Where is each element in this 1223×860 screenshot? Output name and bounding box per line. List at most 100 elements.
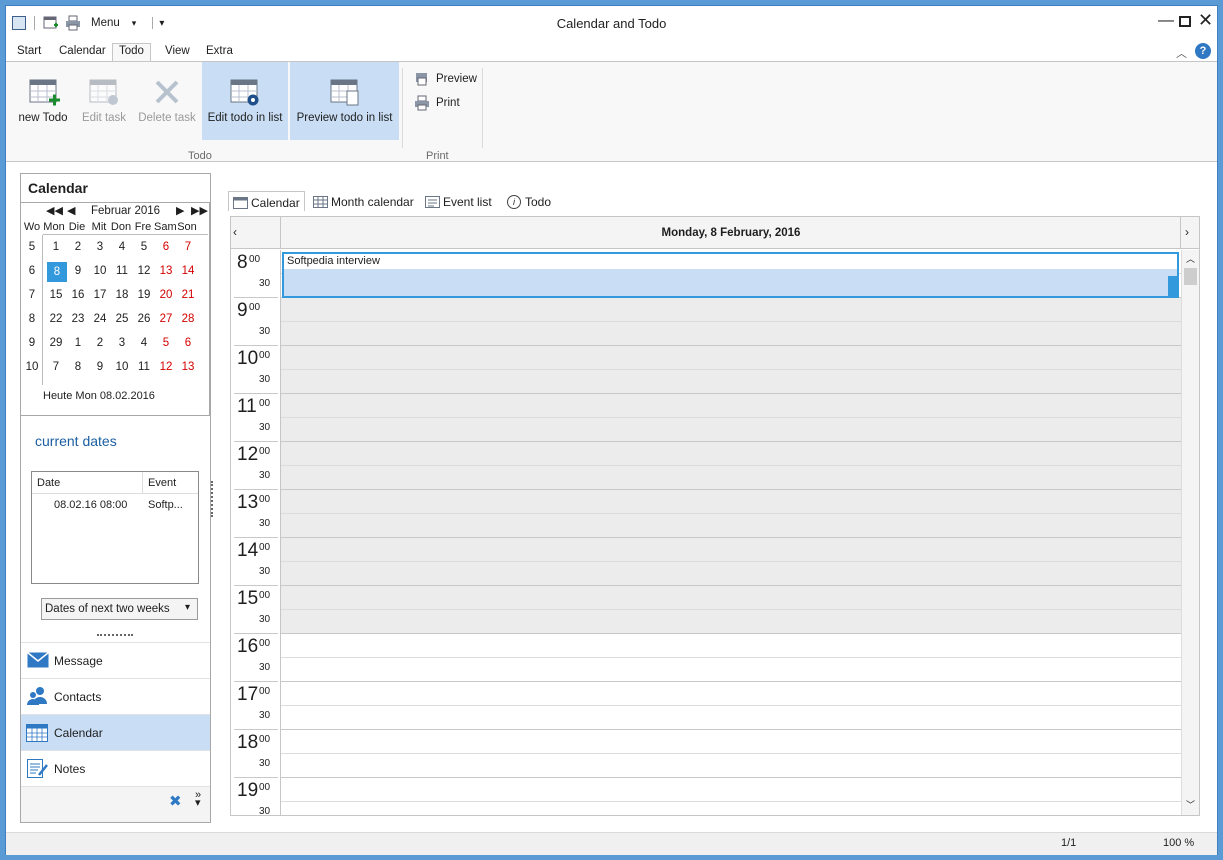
day-cell[interactable]: 13: [155, 265, 177, 277]
day-cell[interactable]: 4: [111, 241, 133, 253]
maximize-icon[interactable]: [1179, 16, 1191, 27]
hour-slot[interactable]: [281, 586, 1181, 634]
tab-extra[interactable]: Extra: [206, 45, 233, 57]
day-cell[interactable]: 11: [111, 265, 133, 277]
day-cell[interactable]: 7: [45, 361, 67, 373]
day-cell[interactable]: 13: [177, 361, 199, 373]
edit-task-button[interactable]: Edit task: [76, 62, 132, 140]
hour-slot[interactable]: [281, 298, 1181, 346]
today-label[interactable]: Heute Mon 08.02.2016: [43, 390, 155, 402]
day-cell[interactable]: 21: [177, 289, 199, 301]
hour-slot[interactable]: [281, 538, 1181, 586]
vertical-splitter[interactable]: [211, 481, 213, 517]
splitter-grip[interactable]: [97, 634, 133, 637]
day-cell[interactable]: 16: [67, 289, 89, 301]
collapse-ribbon-icon[interactable]: ︿: [1176, 45, 1187, 61]
day-cell[interactable]: 5: [133, 241, 155, 253]
day-cell[interactable]: 2: [89, 337, 111, 349]
tab-event-list[interactable]: Event list: [421, 191, 496, 211]
day-cell[interactable]: 3: [89, 241, 111, 253]
day-cell[interactable]: 27: [155, 313, 177, 325]
day-cell[interactable]: 19: [133, 289, 155, 301]
day-cell[interactable]: 6: [155, 241, 177, 253]
day-cell[interactable]: 15: [45, 289, 67, 301]
tools-icon[interactable]: ✖: [169, 792, 182, 810]
hour-slot[interactable]: [281, 682, 1181, 730]
hour-slot[interactable]: [281, 442, 1181, 490]
day-cell[interactable]: 10: [89, 265, 111, 277]
day-cell[interactable]: 11: [133, 361, 155, 373]
scroll-up-icon[interactable]: ︿: [1186, 252, 1195, 265]
tab-calendar-view[interactable]: Calendar: [228, 191, 305, 211]
day-cell[interactable]: 9: [89, 361, 111, 373]
appointment[interactable]: Softpedia interview: [282, 252, 1179, 298]
help-icon[interactable]: ?: [1195, 43, 1211, 59]
minimize-icon[interactable]: —: [1158, 12, 1174, 30]
day-cell[interactable]: 22: [45, 313, 67, 325]
day-cell[interactable]: 12: [155, 361, 177, 373]
scrollbar[interactable]: ︿ ﹀: [1181, 250, 1199, 815]
day-cell[interactable]: 14: [177, 265, 199, 277]
next-day-icon[interactable]: ›: [1185, 225, 1189, 239]
tab-start[interactable]: Start: [17, 45, 41, 57]
tab-todo-view[interactable]: i Todo: [503, 191, 555, 211]
new-todo-button[interactable]: new Todo: [12, 62, 74, 140]
expand-nav-icon[interactable]: » ▾: [195, 790, 201, 809]
close-icon[interactable]: ✕: [1198, 10, 1213, 31]
day-cell[interactable]: 28: [177, 313, 199, 325]
column-header-event[interactable]: Event: [148, 477, 176, 489]
tab-todo[interactable]: Todo: [112, 43, 151, 62]
day-cell[interactable]: 10: [111, 361, 133, 373]
delete-task-button[interactable]: Delete task: [134, 62, 200, 140]
tab-month-calendar[interactable]: Month calendar: [309, 191, 418, 211]
prev-month-icon[interactable]: ◀: [67, 204, 75, 217]
day-cell[interactable]: 23: [67, 313, 89, 325]
day-cell[interactable]: 6: [177, 337, 199, 349]
day-cell[interactable]: 8: [67, 361, 89, 373]
prev-day-icon[interactable]: ‹: [233, 225, 237, 239]
day-cell[interactable]: 1: [67, 337, 89, 349]
sidebar-item-contacts[interactable]: Contacts: [21, 678, 210, 714]
prev-year-icon[interactable]: ◀◀: [46, 204, 63, 217]
day-cell[interactable]: 7: [177, 241, 199, 253]
table-row[interactable]: 08.02.16 08:00 Softp...: [32, 497, 198, 515]
zoom-level[interactable]: 100 %: [1163, 837, 1194, 849]
day-cell[interactable]: 4: [133, 337, 155, 349]
sidebar-item-calendar[interactable]: Calendar: [21, 714, 210, 750]
preview-todo-in-list-button[interactable]: Preview todo in list: [290, 62, 399, 140]
next-month-icon[interactable]: ▶: [176, 204, 184, 217]
hour-slot[interactable]: [281, 778, 1181, 815]
day-cell[interactable]: 1: [45, 241, 67, 253]
hour-slot[interactable]: [281, 490, 1181, 538]
day-cell[interactable]: 2: [67, 241, 89, 253]
hour-slot[interactable]: [281, 634, 1181, 682]
day-cell[interactable]: 29: [45, 337, 67, 349]
sidebar-item-message[interactable]: Message: [21, 642, 210, 678]
day-cell[interactable]: 9: [67, 265, 89, 277]
day-cell[interactable]: 24: [89, 313, 111, 325]
next-year-icon[interactable]: ▶▶: [191, 204, 208, 217]
hour-slot[interactable]: [281, 346, 1181, 394]
scrollbar-thumb[interactable]: [1184, 268, 1197, 285]
tab-view[interactable]: View: [165, 45, 190, 57]
hour-slot[interactable]: [281, 394, 1181, 442]
day-cell[interactable]: 26: [133, 313, 155, 325]
tab-calendar[interactable]: Calendar: [59, 45, 106, 57]
selected-day[interactable]: 8: [47, 262, 67, 282]
edit-todo-in-list-button[interactable]: Edit todo in list: [202, 62, 288, 140]
day-cell[interactable]: 18: [111, 289, 133, 301]
scroll-down-icon[interactable]: ﹀: [1186, 798, 1195, 811]
day-cell[interactable]: 17: [89, 289, 111, 301]
date-range-select[interactable]: Dates of next two weeks ▾: [41, 598, 198, 620]
day-cell[interactable]: 25: [111, 313, 133, 325]
day-cell[interactable]: 12: [133, 265, 155, 277]
day-cell[interactable]: 3: [111, 337, 133, 349]
sidebar-item-notes[interactable]: Notes: [21, 750, 210, 786]
day-cell[interactable]: 20: [155, 289, 177, 301]
hour-slot[interactable]: [281, 730, 1181, 778]
day-cell[interactable]: 5: [155, 337, 177, 349]
half-hour-line: [281, 321, 1181, 322]
preview-button[interactable]: Preview: [414, 70, 477, 88]
print-button[interactable]: Print: [414, 94, 460, 112]
column-header-date[interactable]: Date: [37, 477, 60, 489]
